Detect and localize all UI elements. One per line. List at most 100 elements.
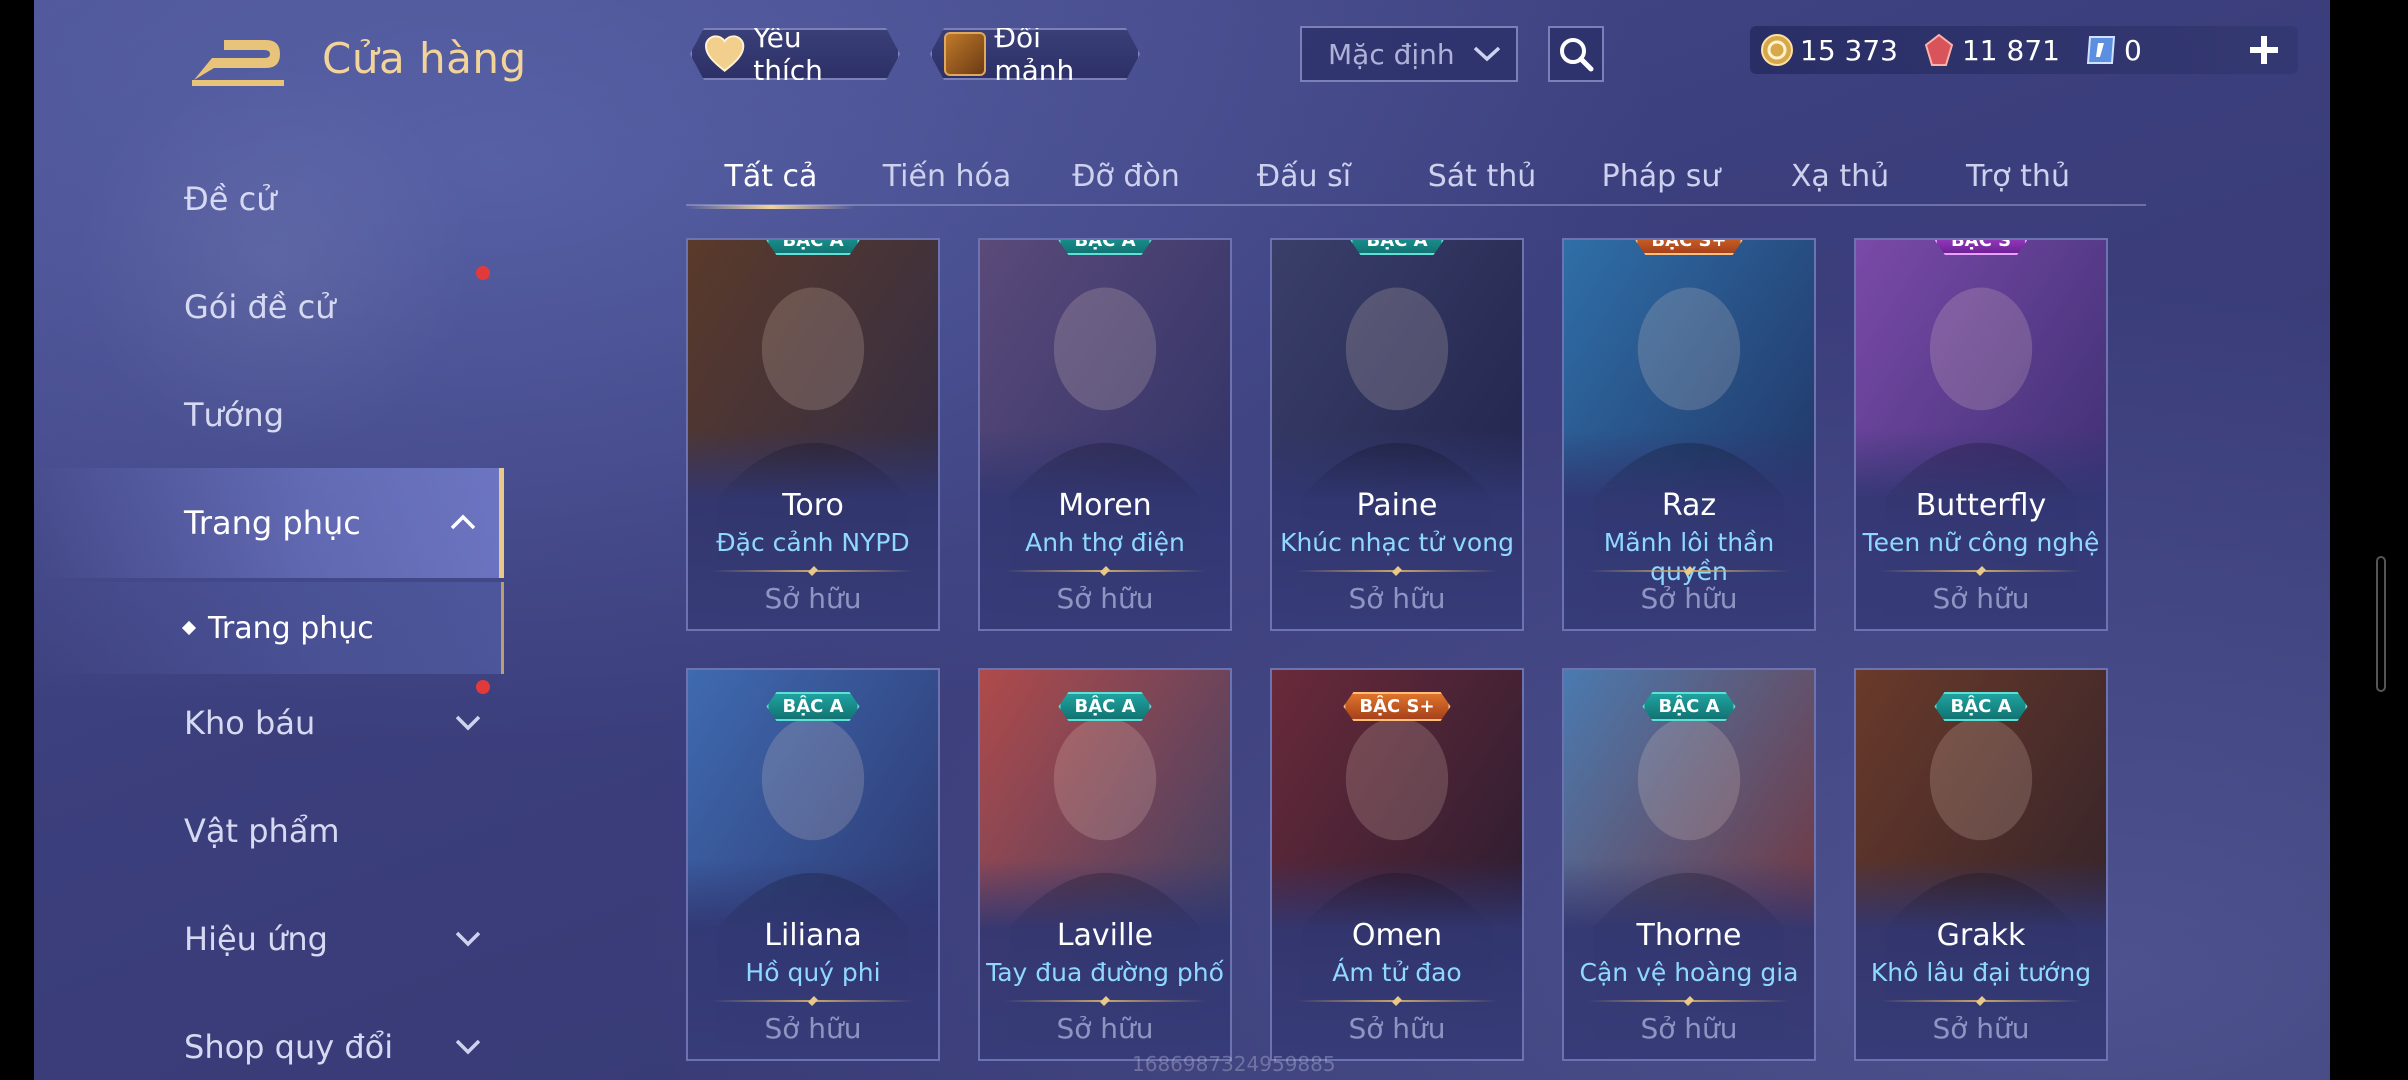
currency-bar: 15 373 11 871 0: [1750, 26, 2298, 74]
sidebar-item-label: Trang phục: [208, 610, 374, 646]
sort-dropdown[interactable]: Mặc định: [1300, 26, 1518, 82]
ownership-status: Sở hữu: [1056, 1012, 1154, 1045]
chevron-down-icon: [1473, 46, 1501, 62]
ownership-status: Sở hữu: [764, 1012, 862, 1045]
skin-name: Anh thợ điện: [1025, 528, 1185, 557]
skin-card[interactable]: BẬC A Toro Đặc cảnh NYPD Sở hữu: [686, 238, 940, 631]
sidebar-item-label: Hiệu ứng: [184, 920, 328, 958]
voucher-currency: 0: [2084, 33, 2142, 67]
ownership-status: Sở hữu: [764, 582, 862, 615]
hero-name: Liliana: [764, 918, 862, 953]
skin-card[interactable]: BẬC A Laville Tay đua đường phố Sở hữu: [978, 668, 1232, 1061]
hero-name: Butterfly: [1915, 488, 2047, 523]
card-divider: [1588, 570, 1790, 572]
hero-name: Thorne: [1636, 918, 1742, 953]
ownership-status: Sở hữu: [1640, 1012, 1738, 1045]
hero-role-tabs: Tất cả Tiến hóa Đỡ đòn Đấu sĩ Sát thủ Ph…: [686, 146, 2146, 209]
voucher-icon: [2086, 36, 2116, 64]
tier-badge: BẬC A: [766, 238, 859, 255]
game-screen: Cửa hàng Yêu thích Đổi mảnh Mặc định 15 …: [34, 0, 2330, 1080]
hero-name: Moren: [1058, 488, 1152, 523]
back-arrow-icon: [192, 40, 284, 86]
tier-badge: BẬC A: [766, 692, 859, 721]
skin-card[interactable]: BẬC A Thorne Cận vệ hoàng gia Sở hữu: [1562, 668, 1816, 1061]
sidebar-item-items[interactable]: Vật phẩm: [34, 790, 504, 872]
tab-fighter[interactable]: Đấu sĩ: [1214, 146, 1394, 206]
sidebar-item-skins[interactable]: Trang phục: [34, 468, 504, 578]
gold-amount: 15 373: [1800, 33, 1898, 67]
tier-badge: BẬC A: [1058, 692, 1151, 721]
tab-marksman[interactable]: Xạ thủ: [1752, 146, 1928, 206]
card-divider: [712, 1000, 914, 1002]
sidebar-item-label: Tướng: [184, 396, 284, 434]
sidebar-item-recommended-packs[interactable]: Gói đề cử: [34, 266, 504, 348]
hero-name: Raz: [1661, 488, 1717, 523]
scroll-indicator: [2376, 556, 2386, 692]
hero-name: Toro: [782, 488, 844, 523]
shard-exchange-label: Đổi mảnh: [994, 21, 1075, 87]
watermark-text: 1686987324959885: [1132, 1052, 1336, 1076]
tier-badge: BẬC S: [1935, 238, 2027, 255]
card-divider: [1880, 1000, 2082, 1002]
sidebar-item-label: Trang phục: [184, 504, 361, 542]
favorites-button[interactable]: Yêu thích: [690, 28, 900, 80]
skin-card[interactable]: BẬC S Butterfly Teen nữ công nghệ Sở hữu: [1854, 238, 2108, 631]
sort-selected-value: Mặc định: [1328, 37, 1455, 71]
sidebar-item-label: Kho báu: [184, 704, 316, 742]
skin-card[interactable]: BẬC A Grakk Khô lâu đại tướng Sở hữu: [1854, 668, 2108, 1061]
ruby-gem-icon: [1924, 33, 1954, 66]
ruby-amount: 11 871: [1961, 33, 2060, 67]
ownership-status: Sở hữu: [1932, 582, 2030, 615]
sidebar-item-effects[interactable]: Hiệu ứng: [34, 898, 504, 980]
hero-name: Paine: [1356, 488, 1438, 523]
tier-badge: BẬC A: [1058, 238, 1151, 255]
skin-card[interactable]: BẬC S+ Raz Mãnh lôi thần quyềnSở hữu: [1562, 238, 1816, 631]
hero-name: Laville: [1056, 918, 1154, 953]
card-divider: [1004, 570, 1206, 572]
sidebar-item-treasure[interactable]: Kho báu: [34, 680, 504, 764]
skin-card[interactable]: BẬC A Paine Khúc nhạc tử vong Sở hữu: [1270, 238, 1524, 631]
skin-name: Tay đua đường phố: [986, 958, 1224, 987]
card-divider: [712, 570, 914, 572]
sidebar-subitem-skins[interactable]: Trang phục: [34, 582, 504, 674]
skin-name: Đặc cảnh NYPD: [716, 528, 910, 557]
chevron-down-icon: [455, 1039, 481, 1055]
page-title: Cửa hàng: [322, 34, 527, 83]
card-divider: [1296, 1000, 1498, 1002]
tab-assassin[interactable]: Sát thủ: [1394, 146, 1570, 206]
sidebar-item-heroes[interactable]: Tướng: [34, 374, 504, 456]
skin-name: Khúc nhạc tử vong: [1280, 528, 1514, 557]
card-divider: [1588, 1000, 1790, 1002]
ownership-status: Sở hữu: [1348, 1012, 1446, 1045]
card-divider: [1296, 570, 1498, 572]
shard-exchange-button[interactable]: Đổi mảnh: [930, 28, 1140, 80]
search-button[interactable]: [1548, 26, 1604, 82]
gold-currency: 15 373: [1760, 33, 1898, 67]
skin-name: Cận vệ hoàng gia: [1579, 958, 1799, 987]
ownership-status: Sở hữu: [1348, 582, 1446, 615]
tab-tank[interactable]: Đỡ đòn: [1038, 146, 1214, 206]
sidebar-item-exchange-shop[interactable]: Shop quy đổi: [34, 1006, 504, 1080]
sidebar-item-label: Đề cử: [184, 180, 277, 218]
tier-badge: BẬC A: [1350, 238, 1443, 255]
skin-card[interactable]: BẬC A Moren Anh thợ điện Sở hữu: [978, 238, 1232, 631]
tab-evolution[interactable]: Tiến hóa: [856, 146, 1038, 206]
sidebar-item-label: Gói đề cử: [184, 288, 336, 326]
skin-card[interactable]: BẬC A Liliana Hồ quý phi Sở hữu: [686, 668, 940, 1061]
bullet-diamond-icon: [181, 620, 197, 636]
chevron-down-icon: [455, 931, 481, 947]
ruby-currency: 11 871: [1922, 33, 2060, 67]
skin-grid: BẬC A Toro Đặc cảnh NYPD Sở hữu BẬC A Moren An…: [686, 238, 2146, 1080]
notification-dot: [476, 680, 490, 694]
skin-name: Hồ quý phi: [745, 958, 881, 987]
back-button[interactable]: [184, 28, 294, 92]
sidebar-item-recommended[interactable]: Đề cử: [34, 158, 504, 240]
add-currency-button[interactable]: [2244, 30, 2284, 70]
tier-badge: BẬC A: [1642, 692, 1735, 721]
chevron-down-icon: [455, 715, 481, 731]
tab-mage[interactable]: Pháp sư: [1570, 146, 1752, 206]
tab-all[interactable]: Tất cả: [686, 146, 856, 209]
heart-icon: [704, 35, 745, 73]
tab-support[interactable]: Trợ thủ: [1928, 146, 2108, 206]
skin-card[interactable]: BẬC S+ Omen Ám tử đao Sở hữu: [1270, 668, 1524, 1061]
